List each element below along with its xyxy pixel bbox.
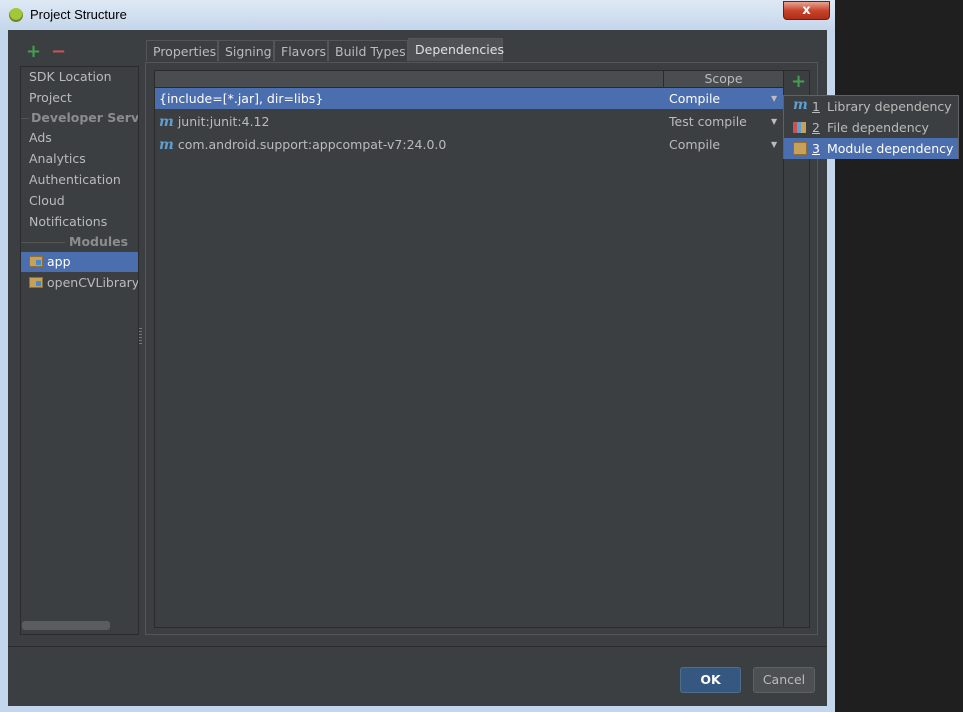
dropdown-arrow-icon[interactable]: ▼ [771, 134, 777, 155]
sidebar-item-module-app[interactable]: app [21, 252, 138, 272]
dependencies-panel: Scope {include=[*.jar], dir=libs} Compil… [145, 62, 818, 635]
module-folder-icon [29, 256, 43, 267]
window-frame-left [0, 30, 8, 712]
table-row[interactable]: m junit:junit:4.12 Test compile ▼ [155, 111, 783, 132]
cancel-button[interactable]: Cancel [753, 667, 815, 693]
module-folder-icon [793, 142, 807, 155]
add-dependency-icon[interactable]: + [791, 73, 806, 91]
modules-header: Modules [21, 232, 138, 252]
sidebar-item-notifications[interactable]: Notifications [21, 212, 138, 232]
tab-flavors[interactable]: Flavors [274, 40, 328, 61]
dependency-name: junit:junit:4.12 [177, 114, 270, 129]
table-row[interactable]: m com.android.support:appcompat-v7:24.0.0… [155, 134, 783, 155]
sidebar-horizontal-scrollbar[interactable] [22, 621, 110, 630]
maven-m-icon: m [793, 97, 808, 113]
tab-dependencies[interactable]: Dependencies [408, 38, 504, 61]
tab-properties[interactable]: Properties [146, 40, 218, 61]
table-row[interactable]: {include=[*.jar], dir=libs} Compile ▼ [155, 88, 783, 109]
window-title: Project Structure [30, 7, 127, 22]
dropdown-arrow-icon[interactable]: ▼ [771, 111, 777, 132]
sidebar: SDK Location Project Developer Servic Ad… [20, 66, 139, 635]
sidebar-item-authentication[interactable]: Authentication [21, 170, 138, 190]
android-studio-icon [9, 8, 23, 22]
maven-m-icon: m [159, 114, 174, 130]
dependencies-table: Scope {include=[*.jar], dir=libs} Compil… [154, 70, 784, 628]
remove-module-icon[interactable]: − [51, 43, 66, 61]
column-header-scope[interactable]: Scope [664, 71, 783, 87]
menu-item-module-dependency[interactable]: 3 Module dependency [784, 138, 958, 159]
add-module-icon[interactable]: + [26, 43, 41, 61]
table-header: Scope [155, 71, 783, 88]
tab-signing[interactable]: Signing [218, 40, 274, 61]
developer-services-header: Developer Servic [21, 108, 138, 128]
menu-item-file-dependency[interactable]: 2 File dependency [784, 117, 958, 138]
dropdown-arrow-icon[interactable]: ▼ [771, 88, 777, 109]
sidebar-item-analytics[interactable]: Analytics [21, 149, 138, 169]
sidebar-item-project[interactable]: Project [21, 88, 138, 108]
sidebar-item-module-opencv[interactable]: openCVLibrary3 [21, 273, 138, 293]
scope-value[interactable]: Compile [669, 134, 720, 155]
module-folder-icon [29, 277, 43, 288]
window-frame-bottom [0, 706, 835, 712]
add-dependency-menu: m 1 Library dependency 2 File dependency… [783, 95, 959, 159]
scope-value[interactable]: Compile [669, 88, 720, 109]
dependency-name: com.android.support:appcompat-v7:24.0.0 [177, 137, 447, 152]
project-structure-dialog: Project Structure x + − SDK Location Pro… [0, 0, 835, 712]
sidebar-item-cloud[interactable]: Cloud [21, 191, 138, 211]
sidebar-item-ads[interactable]: Ads [21, 128, 138, 148]
dialog-content: + − SDK Location Project Developer Servi… [8, 30, 827, 706]
file-bars-icon [793, 122, 806, 133]
close-button[interactable]: x [783, 1, 830, 20]
footer-divider [8, 646, 827, 647]
scope-value[interactable]: Test compile [669, 111, 747, 132]
maven-m-icon: m [159, 137, 174, 153]
splitter-handle[interactable] [139, 328, 142, 344]
tab-build-types[interactable]: Build Types [328, 40, 408, 61]
sidebar-item-sdk-location[interactable]: SDK Location [21, 67, 138, 87]
menu-item-library-dependency[interactable]: m 1 Library dependency [784, 96, 958, 117]
ok-button[interactable]: OK [680, 667, 741, 693]
dependency-name: {include=[*.jar], dir=libs} [159, 91, 324, 106]
title-bar[interactable]: Project Structure x [0, 0, 835, 31]
